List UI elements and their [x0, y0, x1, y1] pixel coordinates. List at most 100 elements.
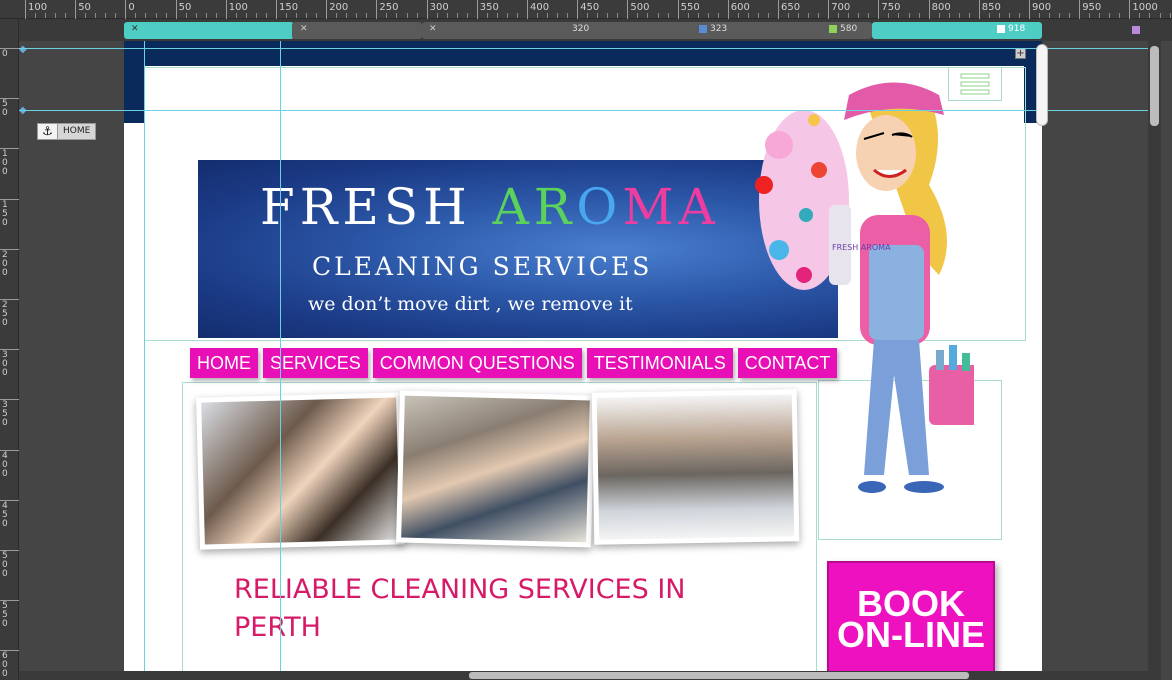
- bucket-icon: [929, 365, 974, 425]
- ruler-minor-tick: [958, 13, 960, 18]
- scrollbar-thumb[interactable]: [1150, 46, 1159, 126]
- ruler-label: 200: [2, 249, 8, 278]
- ruler-minor-tick: [346, 13, 348, 18]
- ruler-minor-tick: [1159, 13, 1161, 18]
- ruler-minor-tick: [707, 13, 709, 18]
- ruler-tick: 300: [426, 0, 449, 19]
- ruler-tick: 250: [0, 299, 19, 328]
- breakpoint-marker[interactable]: 918: [997, 24, 1025, 34]
- breakpoint-close-icon[interactable]: ✕: [300, 24, 308, 34]
- ruler-minor-tick: [235, 13, 237, 18]
- guide-marker-icon[interactable]: ◆: [19, 44, 27, 55]
- horizontal-guide[interactable]: [19, 48, 1148, 49]
- ruler-minor-tick: [316, 13, 318, 18]
- ruler-minor-tick: [918, 13, 920, 18]
- design-canvas[interactable]: + FRESH AROMA CLEANING SERVICES we don’t…: [124, 41, 1042, 671]
- breakpoint-bar[interactable]: ✕ ✕ ✕ 320 323 580 918: [19, 19, 1172, 41]
- brand-subtitle: CLEANING SERVICES: [312, 252, 653, 281]
- ruler-minor-tick: [255, 13, 257, 18]
- photo-group[interactable]: [591, 389, 800, 545]
- ruler-tick: 400: [0, 449, 19, 478]
- ruler-tick: 150: [276, 0, 298, 19]
- ruler-minor-tick: [416, 13, 418, 18]
- expand-icon[interactable]: +: [1015, 48, 1026, 59]
- resize-handle[interactable]: [1036, 44, 1048, 126]
- ruler-tick: 100: [25, 0, 47, 19]
- ruler-minor-tick: [667, 13, 669, 18]
- ruler-tick: 650: [778, 0, 800, 19]
- bottle-label: FRESH AROMA: [832, 243, 891, 252]
- ruler-tick: 800: [928, 0, 951, 19]
- breakpoint-close-icon[interactable]: ✕: [131, 24, 139, 34]
- vertical-guide[interactable]: [280, 41, 281, 671]
- ruler-minor-tick: [486, 13, 488, 18]
- book-online-button[interactable]: BOOK ON-LINE: [827, 561, 995, 671]
- breakpoint-range[interactable]: [124, 22, 294, 39]
- vertical-ruler[interactable]: 0 50 100 150 200 250 300 350 400 450 500 550 600: [0, 19, 19, 680]
- anchor-tag[interactable]: ⚓ HOME: [37, 123, 97, 140]
- horizontal-scrollbar[interactable]: [19, 671, 1148, 680]
- nav-common-questions[interactable]: COMMON QUESTIONS: [372, 348, 582, 378]
- ruler-minor-tick: [1008, 13, 1010, 18]
- ruler-label: 1000: [1132, 2, 1158, 13]
- ruler-label: 100: [228, 2, 248, 13]
- scrollbar-thumb[interactable]: [469, 672, 969, 679]
- ruler-tick: 600: [0, 650, 19, 679]
- vertical-guide[interactable]: [144, 41, 145, 671]
- ruler-minor-tick: [537, 13, 539, 18]
- ruler-label: 400: [530, 2, 550, 13]
- horizontal-ruler[interactable]: 100 50 0 50 100 150 200 250 300 350 400 450 500 550 60…: [0, 0, 1172, 19]
- breakpoint-range[interactable]: [422, 22, 872, 39]
- ruler-minor-tick: [466, 13, 468, 18]
- ruler-tick: 200: [326, 0, 348, 19]
- ruler-minor-tick: [557, 13, 559, 18]
- ruler-tick: 50: [175, 0, 191, 19]
- ruler-tick: 100: [225, 0, 248, 19]
- ruler-minor-tick: [617, 13, 619, 18]
- horizontal-guide[interactable]: [19, 110, 1148, 111]
- ruler-minor-tick: [757, 13, 759, 18]
- ruler-minor-tick: [1089, 13, 1091, 18]
- photo-family[interactable]: [396, 390, 595, 548]
- ruler-minor-tick: [135, 13, 137, 18]
- ruler-minor-tick: [938, 13, 940, 18]
- ruler-label: 50: [78, 2, 91, 13]
- ruler-label: 0: [2, 49, 8, 59]
- main-nav: HOME SERVICES COMMON QUESTIONS TESTIMONI…: [190, 348, 838, 378]
- ruler-label: 550: [2, 601, 8, 630]
- ruler-tick: 200: [0, 248, 19, 277]
- photo-couple[interactable]: [196, 392, 405, 550]
- nav-contact[interactable]: CONTACT: [737, 348, 838, 378]
- breakpoint-value: 918: [1008, 24, 1026, 34]
- ruler-label: 800: [931, 2, 951, 13]
- ruler-tick: 0: [0, 48, 19, 59]
- ruler-minor-tick: [998, 13, 1000, 18]
- hero-banner[interactable]: FRESH AROMA CLEANING SERVICES we don’t m…: [198, 160, 838, 338]
- ruler-label: 900: [1032, 2, 1052, 13]
- ruler-minor-tick: [788, 13, 790, 18]
- ruler-minor-tick: [547, 13, 549, 18]
- ruler-minor-tick: [446, 13, 448, 18]
- breakpoint-marker-purple[interactable]: [1132, 26, 1140, 34]
- ruler-minor-tick: [265, 13, 267, 18]
- breakpoint-marker[interactable]: 580: [829, 24, 857, 34]
- page-headline: RELIABLE CLEANING SERVICES IN PERTH: [234, 574, 686, 643]
- ruler-tick: 50: [75, 0, 91, 19]
- ruler-label: 150: [2, 199, 8, 228]
- ruler-label: 750: [881, 2, 901, 13]
- breakpoint-range[interactable]: [292, 22, 422, 39]
- ruler-label: 300: [429, 2, 449, 13]
- nav-services[interactable]: SERVICES: [263, 348, 368, 378]
- breakpoint-close-icon[interactable]: ✕: [429, 24, 437, 34]
- ruler-minor-tick: [396, 13, 398, 18]
- nav-home[interactable]: HOME: [190, 348, 258, 378]
- vertical-scrollbar[interactable]: [1148, 41, 1161, 680]
- ruler-minor-tick: [988, 13, 990, 18]
- nav-testimonials[interactable]: TESTIMONIALS: [586, 348, 733, 378]
- ruler-minor-tick: [296, 13, 298, 18]
- breakpoint-marker[interactable]: 323: [699, 24, 727, 34]
- ruler-minor-tick: [657, 13, 659, 18]
- breakpoint-value: 320: [572, 24, 590, 34]
- ruler-minor-tick: [456, 13, 458, 18]
- ruler-minor-tick: [115, 13, 117, 18]
